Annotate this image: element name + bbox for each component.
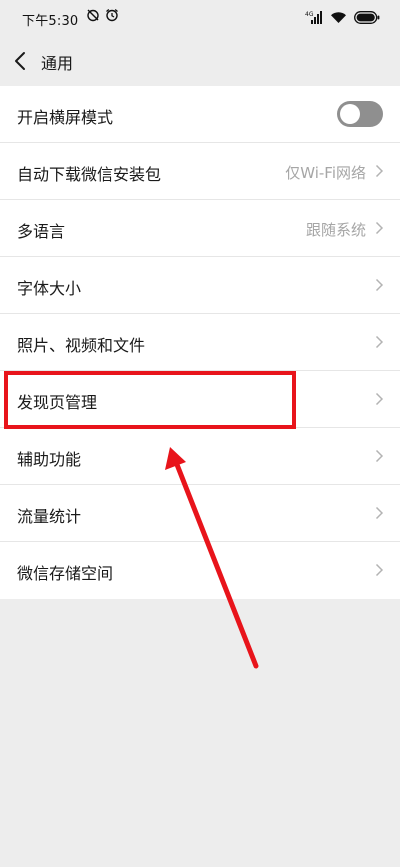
chevron-right-icon bbox=[375, 278, 384, 292]
chevron-right-icon bbox=[375, 392, 384, 406]
setting-label: 多语言 bbox=[17, 222, 66, 241]
setting-label: 流量统计 bbox=[17, 507, 82, 526]
page-title: 通用 bbox=[41, 54, 74, 73]
chevron-right-icon bbox=[375, 506, 384, 520]
setting-label: 照片、视频和文件 bbox=[17, 336, 146, 355]
status-left-icons bbox=[86, 8, 119, 22]
chevron-right-icon bbox=[375, 164, 384, 178]
nav-bar: 通用 bbox=[0, 36, 400, 86]
alarm-off-icon bbox=[87, 9, 99, 22]
setting-landscape-mode[interactable]: 开启横屏模式 bbox=[0, 86, 400, 143]
status-right-icons: 4G bbox=[305, 10, 380, 24]
setting-label: 辅助功能 bbox=[17, 450, 82, 469]
chevron-right-icon bbox=[375, 563, 384, 577]
setting-accessibility[interactable]: 辅助功能 bbox=[0, 428, 400, 485]
battery-icon bbox=[354, 10, 380, 24]
network-type: 4G bbox=[305, 11, 314, 18]
setting-font-size[interactable]: 字体大小 bbox=[0, 257, 400, 314]
wifi-icon bbox=[331, 11, 346, 23]
setting-data-usage[interactable]: 流量统计 bbox=[0, 485, 400, 542]
setting-auto-download-installer[interactable]: 自动下载微信安装包 仅Wi-Fi网络 bbox=[0, 143, 400, 200]
setting-photos-videos-files[interactable]: 照片、视频和文件 bbox=[0, 314, 400, 371]
status-time: 下午5:30 bbox=[22, 14, 79, 29]
setting-language[interactable]: 多语言 跟随系统 bbox=[0, 200, 400, 257]
back-chevron-icon[interactable] bbox=[12, 50, 30, 72]
chevron-right-icon bbox=[375, 221, 384, 235]
setting-storage[interactable]: 微信存储空间 bbox=[0, 542, 400, 599]
setting-value: 跟随系统 bbox=[305, 221, 366, 239]
setting-label: 微信存储空间 bbox=[17, 564, 114, 583]
chevron-right-icon bbox=[375, 449, 384, 463]
chevron-right-icon bbox=[375, 335, 384, 349]
setting-label: 开启横屏模式 bbox=[17, 108, 114, 127]
setting-value: 仅Wi-Fi网络 bbox=[285, 164, 366, 182]
setting-discover-page-management[interactable]: 发现页管理 bbox=[0, 371, 400, 428]
settings-list: 开启横屏模式 自动下载微信安装包 仅Wi-Fi网络 多语言 跟随系统 字体大小 … bbox=[0, 86, 400, 599]
setting-label: 自动下载微信安装包 bbox=[17, 165, 162, 184]
status-bar: 下午5:30 4G bbox=[0, 0, 400, 36]
setting-label: 发现页管理 bbox=[17, 393, 98, 412]
cellular-signal-icon: 4G bbox=[305, 11, 322, 24]
alarm-clock-icon bbox=[106, 9, 118, 22]
landscape-mode-toggle[interactable] bbox=[337, 101, 383, 127]
setting-label: 字体大小 bbox=[17, 279, 82, 298]
toggle-knob bbox=[340, 104, 360, 124]
